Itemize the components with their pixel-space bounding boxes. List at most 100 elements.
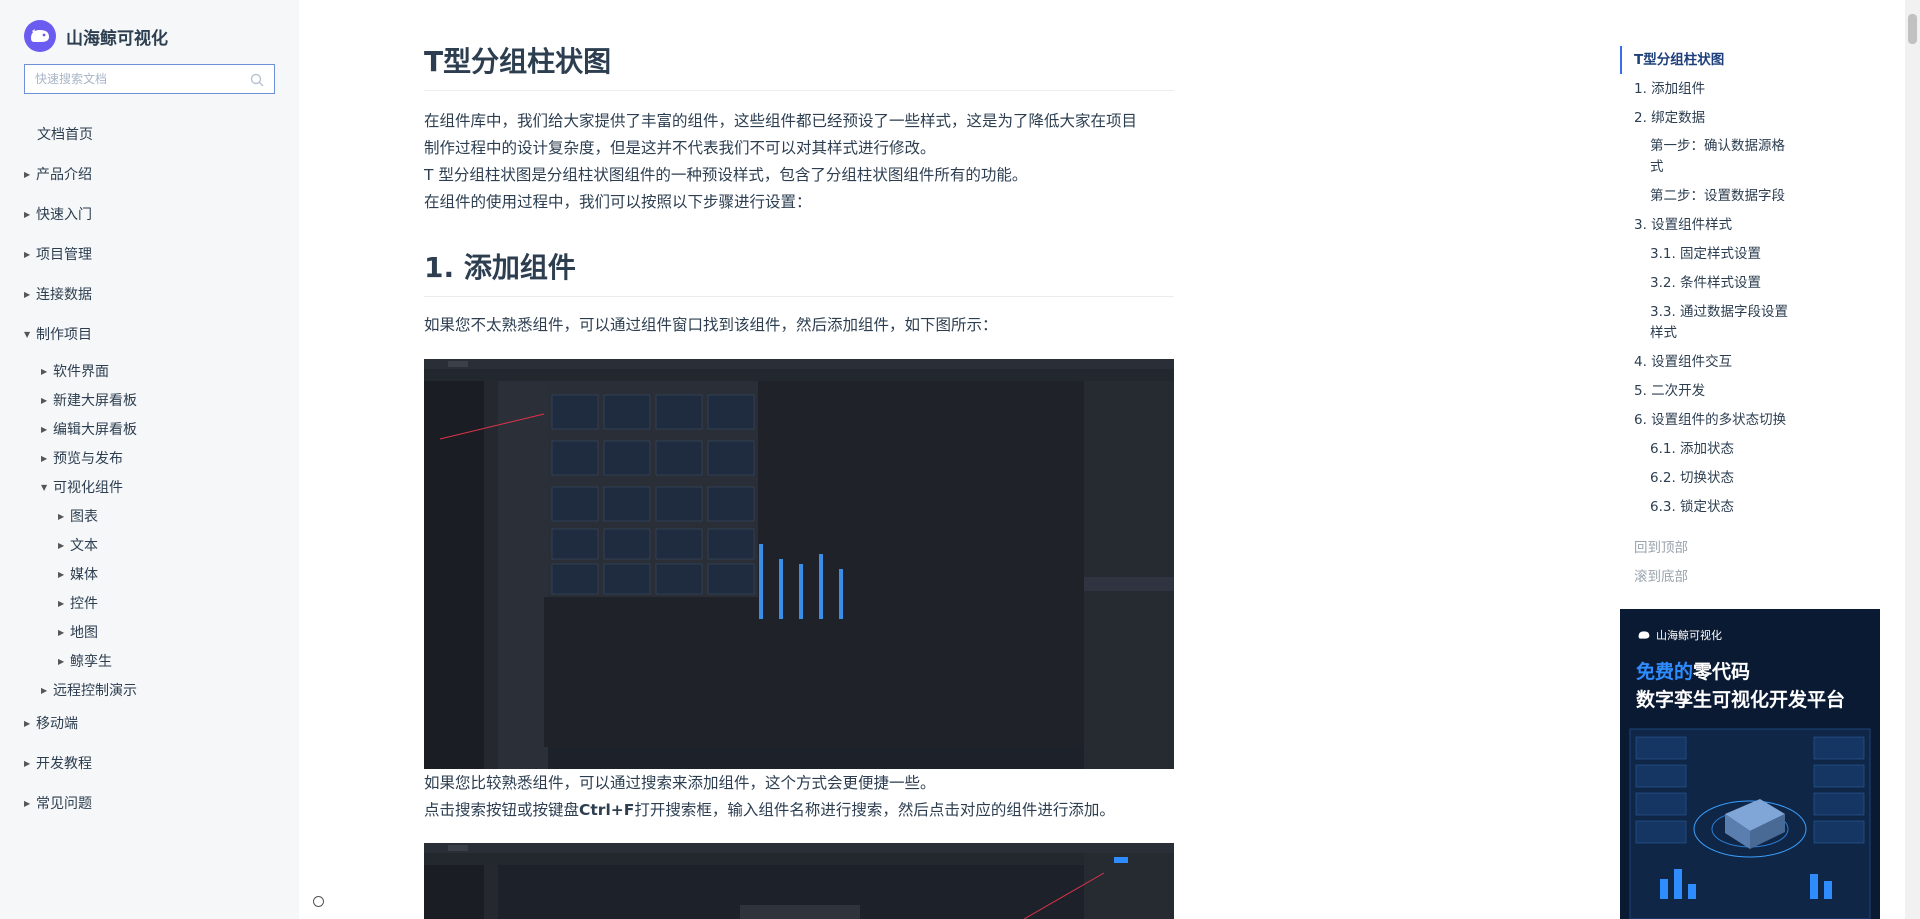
sidebar-item-make-project[interactable]: ▼ 制作项目: [24, 324, 92, 344]
toc-item-step1[interactable]: 第一步：确认数据源格: [1650, 136, 1785, 156]
shortcut-key: Ctrl+F: [579, 801, 635, 819]
promo-dashboard-illustration: [1629, 728, 1871, 919]
sidebar-item-text[interactable]: ▶ 文本: [58, 535, 98, 555]
tip-line-shortcut: 点击搜索按钮或按键盘Ctrl+F打开搜索框，输入组件名称进行搜索，然后点击对应的…: [424, 797, 1174, 824]
toc-item-title[interactable]: T型分组柱状图: [1634, 50, 1724, 70]
search-box[interactable]: [24, 64, 275, 94]
sidebar-item-quickstart[interactable]: ▶ 快速入门: [24, 204, 92, 224]
toc-item-style[interactable]: 3. 设置组件样式: [1634, 215, 1732, 235]
sidebar-item-visual-components[interactable]: ▼ 可视化组件: [41, 477, 123, 497]
sidebar-item-faq[interactable]: ▶ 常见问题: [24, 793, 92, 813]
toc-item-lock-state[interactable]: 6.3. 锁定状态: [1650, 497, 1734, 517]
caret-right-icon: ▶: [41, 685, 48, 695]
sidebar-item-map[interactable]: ▶ 地图: [58, 622, 98, 642]
search-input[interactable]: [25, 65, 245, 93]
caret-right-icon: ▶: [58, 627, 65, 637]
sidebar-item-label: 开发教程: [36, 756, 92, 772]
brand[interactable]: 山海鲸可视化: [24, 20, 168, 52]
toc-item-switch-state[interactable]: 6.2. 切换状态: [1650, 468, 1734, 488]
sidebar-item-charts[interactable]: ▶ 图表: [58, 506, 98, 526]
sidebar-item-label: 预览与发布: [53, 451, 123, 467]
intro-line: 在组件的使用过程中，我们可以按照以下步骤进行设置：: [424, 193, 812, 211]
component-window-screenshot: [424, 359, 1174, 769]
caret-right-icon: ▶: [41, 395, 48, 405]
toc-item-add-state[interactable]: 6.1. 添加状态: [1650, 439, 1734, 459]
sidebar-item-controls[interactable]: ▶ 控件: [58, 593, 98, 613]
toc-item-multistate[interactable]: 6. 设置组件的多状态切换: [1634, 410, 1786, 430]
sidebar-item-product[interactable]: ▶ 产品介绍: [24, 164, 92, 184]
promo-headline-1: 免费的零代码: [1636, 657, 1750, 684]
section-heading: 1. 添加组件: [424, 246, 1174, 297]
caret-right-icon: ▶: [24, 289, 31, 299]
tip-text: 点击搜索按钮或按键盘: [424, 801, 580, 819]
caret-right-icon: ▶: [41, 453, 48, 463]
intro-line: 在组件库中，我们给大家提供了丰富的组件，这些组件都已经预设了一些样式，这是为了降…: [424, 112, 1138, 130]
sidebar-item-connect-data[interactable]: ▶ 连接数据: [24, 284, 92, 304]
caret-down-icon: ▼: [41, 482, 48, 492]
search-tip-paragraph: 如果您比较熟悉组件，可以通过搜索来添加组件，这个方式会更便捷一些。 点击搜索按钮…: [424, 770, 1174, 824]
page-scrollbar[interactable]: [1905, 0, 1920, 919]
sidebar: 山海鲸可视化 文档首页 ▶ 产品介绍 ▶ 快速入门 ▶ 项目管理 ▶ 连接数据 ▼ 制作项…: [0, 0, 299, 919]
promo-highlight: 免费的: [1636, 661, 1694, 683]
sidebar-item-label: 媒体: [70, 567, 98, 583]
caret-right-icon: ▶: [41, 366, 48, 376]
sidebar-item-new-dashboard[interactable]: ▶ 新建大屏看板: [41, 390, 137, 410]
toc-item-add[interactable]: 1. 添加组件: [1634, 79, 1705, 99]
sidebar-item-mobile[interactable]: ▶ 移动端: [24, 713, 78, 733]
sidebar-item-label: 控件: [70, 596, 98, 612]
sidebar-item-dev-tutorial[interactable]: ▶ 开发教程: [24, 753, 92, 773]
sidebar-item-preview-publish[interactable]: ▶ 预览与发布: [41, 448, 123, 468]
sidebar-item-home[interactable]: 文档首页: [37, 124, 93, 144]
sidebar-item-label: 文本: [70, 538, 98, 554]
sidebar-item-label: 可视化组件: [53, 480, 123, 496]
brand-name: 山海鲸可视化: [66, 28, 168, 49]
whale-logo-icon: [24, 20, 56, 52]
caret-right-icon: ▶: [58, 540, 65, 550]
sidebar-item-software-ui[interactable]: ▶ 软件界面: [41, 361, 109, 381]
toc-item-field-style-cont[interactable]: 样式: [1650, 323, 1677, 343]
toc-item-dev[interactable]: 5. 二次开发: [1634, 381, 1705, 401]
tip-line: 如果您比较熟悉组件，可以通过搜索来添加组件，这个方式会更便捷一些。: [424, 774, 936, 792]
promo-brand-name: 山海鲸可视化: [1656, 629, 1722, 642]
sidebar-item-label: 远程控制演示: [53, 683, 137, 699]
caret-right-icon: ▶: [58, 598, 65, 608]
sidebar-item-media[interactable]: ▶ 媒体: [58, 564, 98, 584]
sidebar-item-label: 文档首页: [37, 127, 93, 143]
caret-right-icon: ▶: [24, 169, 31, 179]
sidebar-item-twin[interactable]: ▶ 鲸孪生: [58, 651, 112, 671]
toc-item-step1-cont[interactable]: 式: [1650, 157, 1664, 177]
caret-right-icon: ▶: [41, 424, 48, 434]
toc-item-field-style[interactable]: 3.3. 通过数据字段设置: [1650, 302, 1788, 322]
intro-line: T 型分组柱状图是分组柱状图组件的一种预设样式，包含了分组柱状图组件所有的功能。: [424, 166, 1028, 184]
caret-right-icon: ▶: [24, 718, 31, 728]
sidebar-item-label: 鲸孪生: [70, 654, 112, 670]
scrollbar-thumb[interactable]: [1908, 14, 1917, 44]
toc-item-interaction[interactable]: 4. 设置组件交互: [1634, 352, 1732, 372]
sidebar-item-label: 常见问题: [36, 796, 92, 812]
search-screenshot: [424, 843, 1174, 919]
sidebar-item-label: 图表: [70, 509, 98, 525]
intro-line: 制作过程中的设计复杂度，但是这并不代表我们不可以对其样式进行修改。: [424, 139, 936, 157]
toc-item-bind-data[interactable]: 2. 绑定数据: [1634, 108, 1705, 128]
toc-active-indicator: [1620, 46, 1622, 74]
circle-icon[interactable]: [313, 896, 324, 907]
sidebar-item-project-mgmt[interactable]: ▶ 项目管理: [24, 244, 92, 264]
back-to-top-link[interactable]: 回到顶部: [1634, 538, 1688, 558]
toc-item-step2[interactable]: 第二步：设置数据字段: [1650, 186, 1785, 206]
sidebar-item-label: 软件界面: [53, 364, 109, 380]
sidebar-item-label: 连接数据: [36, 287, 92, 303]
toc-item-fixed-style[interactable]: 3.1. 固定样式设置: [1650, 244, 1761, 264]
caret-right-icon: ▶: [24, 758, 31, 768]
sidebar-item-label: 制作项目: [36, 327, 92, 343]
caret-right-icon: ▶: [58, 511, 65, 521]
sidebar-item-label: 移动端: [36, 716, 78, 732]
sidebar-item-remote-demo[interactable]: ▶ 远程控制演示: [41, 680, 137, 700]
scroll-to-bottom-link[interactable]: 滚到底部: [1634, 567, 1688, 587]
toc-item-cond-style[interactable]: 3.2. 条件样式设置: [1650, 273, 1761, 293]
sidebar-item-edit-dashboard[interactable]: ▶ 编辑大屏看板: [41, 419, 137, 439]
caret-right-icon: ▶: [24, 798, 31, 808]
promo-banner[interactable]: 山海鲸可视化 免费的零代码 数字孪生可视化开发平台: [1620, 609, 1880, 919]
promo-headline-text: 零代码: [1693, 661, 1751, 683]
sidebar-item-label: 新建大屏看板: [53, 393, 137, 409]
search-icon[interactable]: [250, 72, 264, 91]
